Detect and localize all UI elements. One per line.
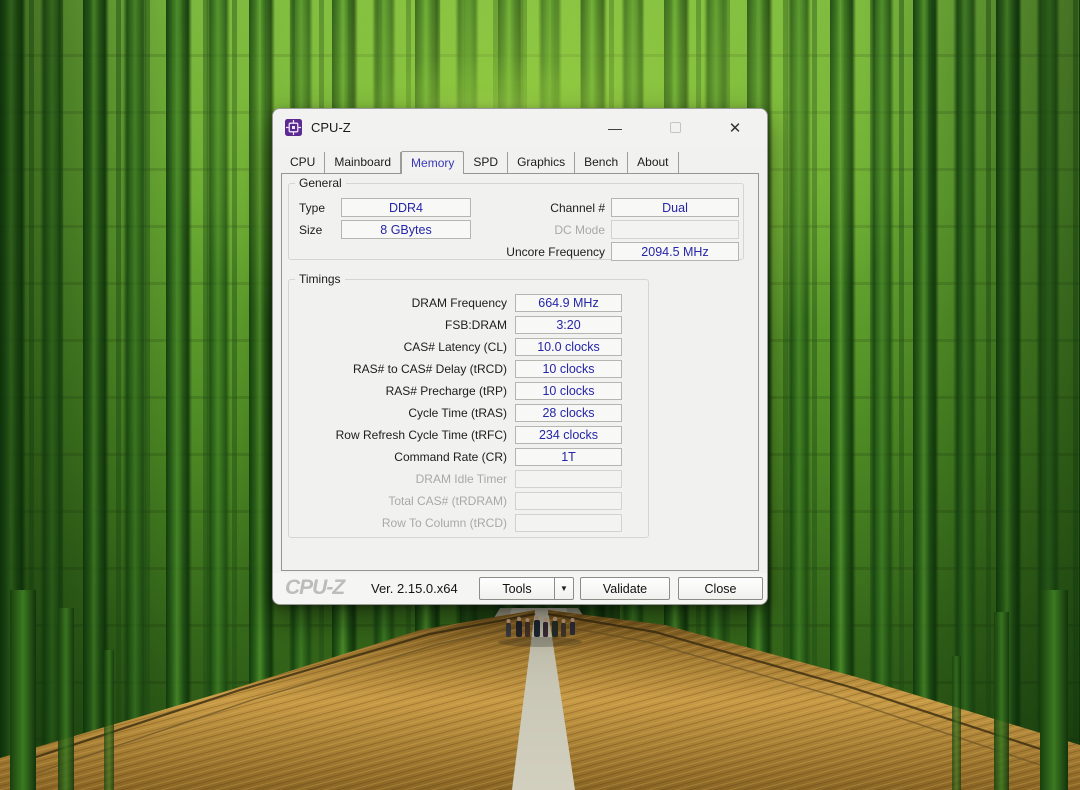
footer-bar: CPU-Z Ver. 2.15.0.x64 Tools ▼ Validate C… (273, 573, 767, 604)
general-group: General TypeDDR4Size8 GBytes Channel #Du… (288, 176, 744, 260)
tab-memory[interactable]: Memory (401, 151, 464, 174)
field-row-cycle-time-tras: Cycle Time (tRAS) 28 clocks (297, 404, 622, 422)
close-button[interactable]: ✕ (709, 113, 761, 143)
field-row-dram-idle-timer: DRAM Idle Timer (297, 470, 622, 488)
cpuz-app-icon (285, 119, 302, 136)
maximize-icon (670, 122, 681, 133)
tab-spd[interactable]: SPD (464, 152, 508, 173)
total-cas-trdram-label: Total CAS# (tRDRAM) (297, 494, 507, 508)
maximize-button[interactable] (649, 113, 701, 143)
general-group-legend: General (295, 176, 346, 190)
dram-frequency-value: 664.9 MHz (515, 294, 622, 312)
dc-mode-label: DC Mode (445, 223, 605, 237)
ras-to-cas-delay-trcd-value: 10 clocks (515, 360, 622, 378)
row-to-column-trcd-value (515, 514, 622, 532)
fsb-dram-label: FSB:DRAM (297, 318, 507, 332)
timings-group: Timings DRAM Frequency 664.9 MHz FSB:DRAM 3… (288, 272, 649, 538)
row-to-column-trcd-label: Row To Column (tRCD) (297, 516, 507, 530)
cas-latency-cl-value: 10.0 clocks (515, 338, 622, 356)
ras-precharge-trp-value: 10 clocks (515, 382, 622, 400)
cycle-time-tras-label: Cycle Time (tRAS) (297, 406, 507, 420)
dc-mode-value (611, 220, 739, 239)
tab-about[interactable]: About (628, 152, 678, 173)
validate-button[interactable]: Validate (580, 577, 670, 600)
forest-path-scene (0, 590, 1080, 790)
tab-strip: CPUMainboardMemorySPDGraphicsBenchAbout (281, 149, 759, 173)
field-row-total-cas-trdram: Total CAS# (tRDRAM) (297, 492, 622, 510)
window-title: CPU-Z (311, 120, 589, 135)
tab-mainboard[interactable]: Mainboard (325, 152, 401, 173)
fsb-dram-value: 3:20 (515, 316, 622, 334)
chevron-down-icon: ▼ (560, 584, 568, 593)
close-window-button[interactable]: Close (678, 577, 763, 600)
field-row-row-refresh-cycle-time-trfc: Row Refresh Cycle Time (tRFC) 234 clocks (297, 426, 622, 444)
command-rate-cr-label: Command Rate (CR) (297, 450, 507, 464)
field-row-dc-mode: DC Mode (445, 220, 739, 239)
window-controls: — ✕ (589, 113, 761, 143)
timings-fields: DRAM Frequency 664.9 MHz FSB:DRAM 3:20 CAS# … (297, 294, 622, 532)
tab-graphics[interactable]: Graphics (508, 152, 575, 173)
field-row-ras-precharge-trp: RAS# Precharge (tRP) 10 clocks (297, 382, 622, 400)
ras-precharge-trp-label: RAS# Precharge (tRP) (297, 384, 507, 398)
tools-dropdown-button[interactable]: ▼ (554, 577, 574, 600)
field-row-fsb-dram: FSB:DRAM 3:20 (297, 316, 622, 334)
size-label: Size (299, 223, 341, 237)
dram-idle-timer-label: DRAM Idle Timer (297, 472, 507, 486)
field-row-command-rate-cr: Command Rate (CR) 1T (297, 448, 622, 466)
memory-tab-panel: General TypeDDR4Size8 GBytes Channel #Du… (281, 173, 759, 571)
command-rate-cr-value: 1T (515, 448, 622, 466)
row-refresh-cycle-time-trfc-value: 234 clocks (515, 426, 622, 444)
general-right-fields: Channel # Dual DC Mode Uncore Frequency 2094… (445, 198, 739, 261)
timings-group-legend: Timings (295, 272, 345, 286)
total-cas-trdram-value (515, 492, 622, 510)
type-label: Type (299, 201, 341, 215)
dram-frequency-label: DRAM Frequency (297, 296, 507, 310)
field-row-uncore-frequency: Uncore Frequency 2094.5 MHz (445, 242, 739, 261)
field-row-row-to-column-trcd: Row To Column (tRCD) (297, 514, 622, 532)
minimize-icon: — (608, 120, 622, 136)
cpuz-logo: CPU-Z (285, 576, 344, 600)
uncore-frequency-value: 2094.5 MHz (611, 242, 739, 261)
titlebar: CPU-Z — ✕ (273, 109, 767, 146)
version-label: Ver. 2.15.0.x64 (371, 581, 458, 596)
bamboo-trunk (1040, 590, 1068, 790)
field-row-dram-frequency: DRAM Frequency 664.9 MHz (297, 294, 622, 312)
ras-to-cas-delay-trcd-label: RAS# to CAS# Delay (tRCD) (297, 362, 507, 376)
uncore-frequency-label: Uncore Frequency (445, 245, 605, 259)
minimize-button[interactable]: — (589, 113, 641, 143)
tab-cpu[interactable]: CPU (281, 152, 325, 173)
bamboo-trunk (10, 590, 36, 790)
cycle-time-tras-value: 28 clocks (515, 404, 622, 422)
channel-label: Channel # (445, 201, 605, 215)
channel-value: Dual (611, 198, 739, 217)
field-row-cas-latency-cl: CAS# Latency (CL) 10.0 clocks (297, 338, 622, 356)
cpuz-window: CPU-Z — ✕ CPUMainboardMemorySPDGraphicsB… (272, 108, 768, 605)
tab-bench[interactable]: Bench (575, 152, 628, 173)
field-row-channel: Channel # Dual (445, 198, 739, 217)
field-row-ras-to-cas-delay-trcd: RAS# to CAS# Delay (tRCD) 10 clocks (297, 360, 622, 378)
tools-button[interactable]: Tools (479, 577, 555, 600)
dram-idle-timer-value (515, 470, 622, 488)
row-refresh-cycle-time-trfc-label: Row Refresh Cycle Time (tRFC) (297, 428, 507, 442)
cas-latency-cl-label: CAS# Latency (CL) (297, 340, 507, 354)
close-icon: ✕ (729, 119, 742, 137)
